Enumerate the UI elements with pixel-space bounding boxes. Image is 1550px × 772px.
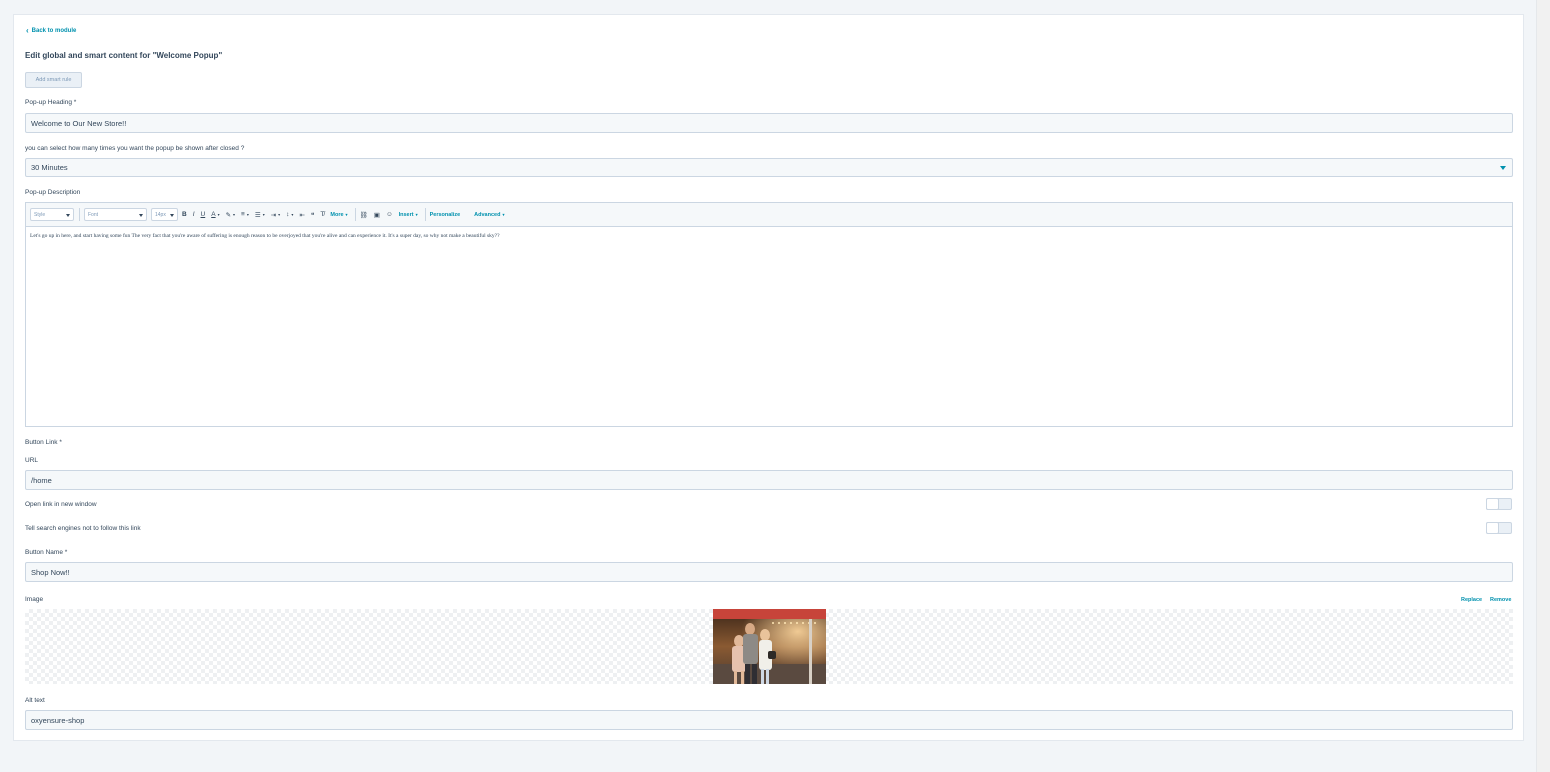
dropdown-arrow-icon: ▾: [278, 212, 281, 217]
nofollow-label: Tell search engines not to follow this l…: [25, 525, 141, 532]
url-label: URL: [25, 457, 39, 464]
button-link-label: Button Link *: [25, 439, 62, 446]
link-button[interactable]: ⛓: [360, 211, 368, 219]
dropdown-arrow-icon: ▾: [502, 212, 505, 217]
back-to-module-link[interactable]: ‹ Back to module: [26, 26, 77, 35]
caret-down-icon: [1500, 166, 1506, 170]
emoji-icon: ☺: [385, 211, 393, 218]
dropdown-arrow-icon: ▾: [262, 212, 265, 217]
replace-image-button[interactable]: Replace: [1461, 597, 1482, 603]
line-height-icon: ↕: [286, 211, 290, 218]
font-size-select[interactable]: 14px: [151, 208, 178, 221]
blockquote-icon: ❝: [310, 211, 315, 219]
outdent-button[interactable]: ⇤: [299, 211, 304, 219]
frequency-label: you can select how many times you want t…: [25, 145, 245, 152]
editor-toolbar: Style Font 14px B I U A ▾ ✎ ▾ ≡ ▾ ☰ ▾ ⇥ ▾ ↕ ▾ …: [26, 203, 1512, 227]
text-color-button[interactable]: A ▾: [211, 211, 219, 218]
photo-illustration: [713, 609, 826, 684]
button-name-label: Button Name *: [25, 549, 68, 556]
advanced-button[interactable]: Advanced ▾: [474, 212, 504, 218]
clear-format-button[interactable]: T̸: [320, 211, 324, 218]
toolbar-divider: [354, 208, 356, 221]
button-name-input[interactable]: Shop Now!!: [25, 562, 1513, 582]
heading-label: Pop-up Heading *: [25, 99, 77, 106]
alt-text-label: Alt text: [25, 697, 45, 704]
image-preview-area[interactable]: [25, 609, 1513, 684]
content-card: ‹ Back to module Edit global and smart c…: [13, 14, 1524, 741]
new-window-label: Open link in new window: [25, 501, 97, 508]
dropdown-arrow-icon: [170, 214, 174, 217]
image-preview-photo: [713, 609, 826, 684]
nofollow-toggle[interactable]: [1486, 522, 1512, 534]
bold-button[interactable]: B: [182, 211, 187, 218]
dropdown-arrow-icon: ▾: [233, 212, 236, 217]
text-color-icon: A: [211, 211, 216, 218]
dropdown-arrow-icon: ▾: [415, 212, 418, 217]
font-size-label: 14px: [155, 211, 166, 218]
page-scrollbar[interactable]: [1536, 0, 1550, 772]
personalize-button[interactable]: Personalize: [430, 212, 461, 218]
indent-button[interactable]: ⇥ ▾: [271, 211, 280, 219]
style-select-label: Style: [34, 211, 46, 218]
align-left-icon: ≡: [241, 211, 245, 218]
frequency-select[interactable]: 30 Minutes: [25, 158, 1513, 177]
highlight-button[interactable]: ✎ ▾: [226, 211, 235, 219]
outdent-icon: ⇤: [299, 211, 305, 219]
editor-content[interactable]: Let's go up in here, and start having so…: [30, 233, 500, 239]
align-button[interactable]: ≡ ▾: [241, 211, 249, 218]
image-button[interactable]: ▣: [374, 211, 380, 219]
insert-label: Insert: [398, 211, 414, 218]
insert-button[interactable]: Insert ▾: [399, 212, 418, 218]
emoji-button[interactable]: ☺: [386, 211, 393, 218]
dropdown-arrow-icon: ▾: [291, 212, 294, 217]
style-select[interactable]: Style: [30, 208, 74, 221]
line-height-button[interactable]: ↕ ▾: [286, 211, 293, 218]
more-button[interactable]: More ▾: [330, 212, 347, 218]
bullet-list-icon: ☰: [254, 211, 261, 219]
remove-image-button[interactable]: Remove: [1490, 597, 1511, 603]
image-icon: ▣: [373, 211, 380, 219]
add-smart-rule-button[interactable]: Add smart rule: [25, 72, 82, 88]
dropdown-arrow-icon: ▾: [246, 212, 249, 217]
toggle-knob: [1486, 522, 1499, 534]
italic-button[interactable]: I: [193, 211, 195, 218]
rich-text-editor[interactable]: Style Font 14px B I U A ▾ ✎ ▾ ≡ ▾ ☰ ▾ ⇥ ▾ ↕ ▾ …: [25, 202, 1513, 427]
dropdown-arrow-icon: [66, 214, 70, 217]
toggle-knob: [1486, 498, 1499, 510]
frequency-value: 30 Minutes: [31, 163, 68, 172]
toolbar-divider: [424, 208, 426, 221]
underline-button[interactable]: U: [201, 211, 206, 218]
indent-icon: ⇥: [270, 211, 277, 219]
back-label: Back to module: [31, 28, 77, 34]
page-title: Edit global and smart content for "Welco…: [25, 51, 223, 60]
font-select-label: Font: [88, 211, 99, 218]
highlighter-icon: ✎: [225, 211, 232, 219]
clear-format-icon: T̸: [320, 211, 325, 218]
toolbar-divider: [79, 208, 80, 221]
more-label: More: [330, 211, 344, 218]
description-label: Pop-up Description: [25, 189, 81, 196]
image-label: Image: [25, 596, 44, 603]
dropdown-arrow-icon: [139, 214, 143, 217]
bullet-list-button[interactable]: ☰ ▾: [255, 211, 265, 219]
heading-input[interactable]: Welcome to Our New Store!!: [25, 113, 1513, 133]
chevron-left-icon: ‹: [26, 26, 29, 35]
alt-text-input[interactable]: oxyensure-shop: [25, 710, 1513, 730]
font-select[interactable]: Font: [84, 208, 147, 221]
url-input[interactable]: /home: [25, 470, 1513, 490]
advanced-label: Advanced: [474, 211, 501, 218]
dropdown-arrow-icon: ▾: [217, 212, 220, 217]
link-icon: ⛓: [359, 211, 368, 219]
new-window-toggle[interactable]: [1486, 498, 1512, 510]
blockquote-button[interactable]: ❝: [311, 211, 315, 219]
dropdown-arrow-icon: ▾: [345, 212, 348, 217]
